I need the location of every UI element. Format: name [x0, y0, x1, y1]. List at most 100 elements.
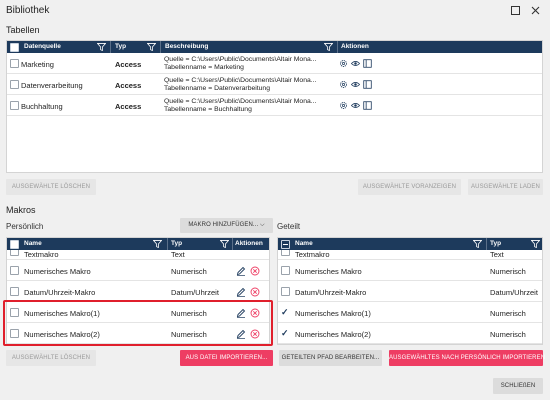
row-checkbox[interactable]	[10, 266, 19, 275]
macro-name: Textmakro	[24, 250, 59, 259]
column-datenquelle: Datenquelle	[24, 43, 61, 50]
list-item[interactable]: Datum/Uhrzeit-Makro Datum/Uhrzeit	[7, 282, 269, 302]
table-row[interactable]: Buchhaltung Access Quelle = C:\Users\Pub…	[7, 96, 542, 116]
delete-selected-macros-button[interactable]: AUSGEWÄHLTE LÖSCHEN	[6, 350, 96, 366]
funnel-icon[interactable]	[324, 43, 333, 51]
table-type: Access	[115, 60, 142, 69]
funnel-icon[interactable]	[97, 43, 106, 51]
edit-shared-path-button[interactable]: GETEILTEN PFAD BEARBEITEN...	[279, 350, 382, 366]
list-item[interactable]: Textmakro Text	[278, 250, 542, 260]
table-type: Access	[115, 81, 142, 90]
funnel-icon[interactable]	[531, 240, 540, 248]
delete-circle-icon[interactable]	[250, 266, 260, 276]
import-to-personal-button[interactable]: AUSGEWÄHLTES NACH PERSÖNLICH IMPORTIEREN	[389, 350, 545, 366]
book-icon[interactable]	[363, 59, 372, 68]
table-source: Marketing	[21, 60, 54, 69]
table-description-table: Tabellenname = Datenverarbeitung	[164, 85, 270, 92]
funnel-icon[interactable]	[220, 240, 229, 248]
macro-type: Numerisch	[490, 309, 526, 318]
row-checkbox[interactable]	[281, 250, 290, 256]
funnel-icon[interactable]	[473, 240, 482, 248]
column-name: Name	[295, 240, 313, 247]
column-separator	[486, 238, 487, 250]
select-all-personal-checkbox[interactable]	[10, 239, 19, 249]
book-icon[interactable]	[363, 101, 372, 110]
list-item[interactable]: Datum/Uhrzeit-Makro Datum/Uhrzeit	[278, 282, 542, 302]
eye-icon[interactable]	[351, 101, 360, 110]
table-source: Buchhaltung	[21, 102, 63, 111]
row-checkbox[interactable]	[10, 80, 19, 89]
list-item[interactable]: ✓ Numerisches Makro(1) Numerisch	[278, 303, 542, 323]
macro-type: Datum/Uhrzeit	[490, 288, 538, 297]
maximize-icon[interactable]	[508, 4, 522, 18]
list-item[interactable]: Numerisches Makro Numerisch	[278, 261, 542, 281]
personal-macros-header: Name Typ Aktionen	[7, 238, 269, 250]
macro-name: Datum/Uhrzeit-Makro	[295, 288, 367, 297]
gear-icon[interactable]	[339, 101, 348, 110]
table-description-source: Quelle = C:\Users\Public\Documents\Altai…	[164, 77, 317, 84]
column-separator	[167, 238, 168, 250]
table-description-table: Tabellenname = Marketing	[164, 64, 244, 71]
tables-header: Datenquelle Typ Beschreibung Aktionen	[7, 41, 542, 53]
shared-macros-panel: Name Typ Textmakro Text Numerisches Makr…	[277, 237, 543, 345]
window-title: Bibliothek	[6, 5, 50, 16]
table-row[interactable]: Datenverarbeitung Access Quelle = C:\Use…	[7, 75, 542, 95]
row-checkbox[interactable]	[281, 266, 290, 275]
table-type: Access	[115, 102, 142, 111]
row-checkbox[interactable]	[10, 59, 19, 68]
delete-circle-icon[interactable]	[250, 287, 260, 297]
select-all-tables-checkbox[interactable]	[10, 42, 19, 52]
select-all-shared-checkbox[interactable]	[281, 239, 290, 249]
macro-type: Text	[490, 250, 504, 259]
macro-type: Text	[171, 250, 185, 259]
column-beschreibung: Beschreibung	[165, 43, 209, 50]
macro-name: Numerisches Makro(1)	[295, 309, 371, 318]
pencil-icon[interactable]	[236, 287, 246, 297]
shared-macros-header: Name Typ	[278, 238, 542, 250]
book-icon[interactable]	[363, 80, 372, 89]
column-typ: Typ	[490, 240, 502, 247]
preview-selected-button[interactable]: AUSGEWÄHLTE VORANZEIGEN	[358, 179, 461, 195]
close-button[interactable]: SCHLIEßEN	[493, 378, 543, 394]
tables-section-title: Tabellen	[6, 25, 40, 35]
title-bar: Bibliothek	[0, 0, 550, 22]
funnel-icon[interactable]	[153, 240, 162, 248]
checkmark-icon[interactable]: ✓	[281, 329, 289, 338]
column-aktionen: Aktionen	[341, 43, 369, 50]
close-icon[interactable]	[528, 4, 542, 18]
column-separator	[232, 238, 233, 250]
column-aktionen: Aktionen	[235, 240, 263, 247]
column-name: Name	[24, 240, 42, 247]
row-checkbox[interactable]	[10, 101, 19, 110]
table-description-table: Tabellenname = Buchhaltung	[164, 106, 252, 113]
add-macro-label: MAKRO HINZUFÜGEN...	[188, 222, 259, 228]
add-macro-dropdown[interactable]: MAKRO HINZUFÜGEN... ⌵	[180, 218, 273, 233]
pencil-icon[interactable]	[236, 266, 246, 276]
funnel-icon[interactable]	[147, 43, 156, 51]
macro-name: Numerisches Makro(2)	[295, 330, 371, 339]
personal-label: Persönlich	[6, 222, 44, 231]
eye-icon[interactable]	[351, 80, 360, 89]
selection-highlight	[3, 300, 273, 346]
macro-name: Datum/Uhrzeit-Makro	[24, 288, 96, 297]
macro-name: Numerisches Makro	[24, 267, 91, 276]
list-item[interactable]: ✓ Numerisches Makro(2) Numerisch	[278, 324, 542, 344]
macro-name: Numerisches Makro	[295, 267, 362, 276]
gear-icon[interactable]	[339, 59, 348, 68]
checkmark-icon[interactable]: ✓	[281, 308, 289, 317]
import-from-file-button[interactable]: AUS DATEI IMPORTIEREN...	[180, 350, 273, 366]
delete-selected-tables-button[interactable]: AUSGEWÄHLTE LÖSCHEN	[6, 179, 96, 195]
list-item[interactable]: Numerisches Makro Numerisch	[7, 261, 269, 281]
row-checkbox[interactable]	[10, 287, 19, 296]
gear-icon[interactable]	[339, 80, 348, 89]
table-row[interactable]: Marketing Access Quelle = C:\Users\Publi…	[7, 54, 542, 74]
load-selected-button[interactable]: AUSGEWÄHLTE LADEN	[468, 179, 543, 195]
column-separator	[337, 41, 338, 53]
macro-type: Datum/Uhrzeit	[171, 288, 219, 297]
eye-icon[interactable]	[351, 59, 360, 68]
list-item[interactable]: Textmakro Text	[7, 250, 269, 260]
table-source: Datenverarbeitung	[21, 81, 83, 90]
row-checkbox[interactable]	[10, 250, 19, 256]
table-description-source: Quelle = C:\Users\Public\Documents\Altai…	[164, 98, 317, 105]
row-checkbox[interactable]	[281, 287, 290, 296]
